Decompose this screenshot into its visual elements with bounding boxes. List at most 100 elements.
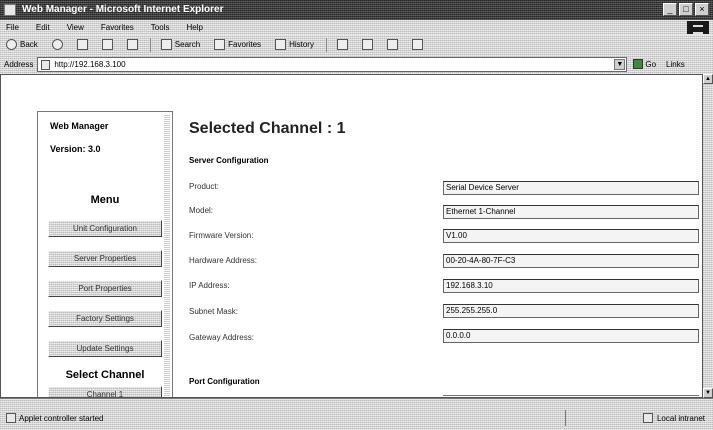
printer-icon: [361, 39, 373, 50]
go-label: Go: [645, 59, 657, 69]
gateway-address-label: Gateway Address:: [189, 333, 254, 342]
update-settings-button[interactable]: Update Settings: [48, 340, 162, 357]
go-button[interactable]: Go: [633, 59, 656, 69]
subnet-mask-value: 255.255.255.0: [443, 304, 699, 318]
window-title: Web Manager - Microsoft Internet Explore…: [22, 4, 224, 15]
star-icon: [214, 39, 226, 50]
subnet-mask-label: Subnet Mask:: [189, 307, 238, 316]
windows-logo-icon: [687, 21, 709, 34]
product-value: Serial Device Server: [443, 181, 699, 195]
search-label: Search: [174, 40, 201, 49]
address-value: http://192.168.3.100: [54, 59, 126, 69]
firmware-version-label: Firmware Version:: [189, 231, 254, 240]
history-icon: [275, 39, 287, 50]
factory-settings-button[interactable]: Factory Settings: [48, 310, 162, 327]
refresh-icon: [101, 39, 113, 50]
port-configuration-heading: Port Configuration: [189, 377, 260, 386]
scroll-up-icon[interactable]: ▲: [703, 74, 713, 84]
forward-arrow-icon: [51, 39, 63, 50]
window-controls: _ □ ×: [663, 3, 709, 16]
ip-address-label: IP Address:: [189, 281, 230, 290]
hardware-address-label: Hardware Address:: [189, 256, 258, 265]
menu-view[interactable]: View: [65, 23, 86, 32]
history-button[interactable]: History: [273, 38, 316, 51]
page-status-icon: [6, 413, 16, 423]
back-button[interactable]: Back: [4, 38, 40, 51]
model-label: Model:: [189, 206, 214, 215]
search-icon: [160, 39, 172, 50]
back-arrow-icon: [6, 39, 17, 50]
status-right: Local intranet: [642, 413, 705, 423]
mail-icon: [336, 39, 348, 50]
discuss-button[interactable]: [410, 38, 425, 51]
menu-tools[interactable]: Tools: [149, 23, 172, 32]
horizontal-scrollbar[interactable]: [0, 398, 713, 408]
status-message: Applet controller started: [19, 413, 104, 423]
model-value: Ethernet 1-Channel: [443, 205, 699, 219]
home-button[interactable]: [125, 38, 140, 51]
main-panel: Selected Channel : 1 Server Configuratio…: [189, 111, 701, 397]
app-name: Web Manager: [50, 121, 109, 131]
page-title: Selected Channel : 1: [189, 120, 346, 137]
favorites-button[interactable]: Favorites: [212, 38, 263, 51]
address-label: Address: [4, 59, 34, 69]
firmware-version-value: V1.00: [443, 229, 699, 243]
forward-button[interactable]: [50, 38, 65, 51]
menu-help[interactable]: Help: [184, 23, 204, 32]
ip-address-value: 192.168.3.10: [443, 279, 699, 293]
home-icon: [126, 39, 138, 50]
port-properties-button[interactable]: Port Properties: [48, 280, 162, 297]
server-configuration-heading: Server Configuration: [189, 156, 269, 165]
back-label: Back: [20, 40, 38, 49]
history-label: History: [289, 40, 314, 49]
close-button[interactable]: ×: [695, 3, 709, 16]
title-bar: Web Manager - Microsoft Internet Explore…: [0, 0, 713, 20]
maximize-button[interactable]: □: [679, 3, 693, 16]
page-icon: [41, 59, 51, 70]
menu-title: Menu: [90, 194, 120, 206]
status-divider: [565, 410, 566, 426]
sidebar-scrollbar[interactable]: [164, 114, 170, 396]
scroll-down-icon[interactable]: ▼: [703, 388, 713, 398]
edit-icon: [386, 39, 398, 50]
toolbar-separator: [325, 37, 327, 52]
sidebar: Web Manager Version: 3.0 Menu Unit Confi…: [37, 111, 173, 397]
divider: [443, 395, 699, 396]
unit-configuration-button[interactable]: Unit Configuration: [48, 220, 162, 237]
refresh-button[interactable]: [100, 38, 115, 51]
search-button[interactable]: Search: [159, 38, 202, 51]
menu-file[interactable]: File: [4, 23, 21, 32]
app-version: Version: 3.0: [50, 144, 101, 154]
ie-icon: [4, 4, 16, 16]
menu-favorites[interactable]: Favorites: [99, 23, 136, 32]
product-label: Product:: [189, 182, 219, 191]
zone-label: Local intranet: [656, 413, 705, 423]
edit-button[interactable]: [385, 38, 400, 51]
vertical-scrollbar[interactable]: ▲ ▼: [703, 74, 713, 398]
toolbar: Back Search Favorites History: [0, 35, 713, 54]
server-properties-button[interactable]: Server Properties: [48, 250, 162, 267]
address-input[interactable]: http://192.168.3.100 ▼: [37, 56, 628, 72]
hardware-address-value: 00-20-4A-80-7F-C3: [443, 254, 699, 268]
favorites-label: Favorites: [228, 40, 262, 49]
address-bar: Address http://192.168.3.100 ▼ Go Links: [0, 54, 713, 74]
status-left: Applet controller started: [6, 413, 104, 423]
channel-1-button[interactable]: Channel 1: [48, 386, 162, 397]
mail-button[interactable]: [335, 38, 350, 51]
links-button[interactable]: Links: [666, 60, 685, 69]
discuss-icon: [411, 39, 423, 50]
status-bar: Applet controller started Local intranet: [0, 398, 713, 430]
toolbar-separator: [149, 37, 151, 52]
menu-bar: File Edit View Favorites Tools Help: [0, 20, 713, 35]
chevron-down-icon[interactable]: ▼: [614, 58, 626, 70]
page-content: Web Manager Version: 3.0 Menu Unit Confi…: [0, 74, 703, 398]
stop-button[interactable]: [75, 38, 90, 51]
stop-icon: [76, 39, 88, 50]
gateway-address-value: 0.0.0.0: [443, 329, 699, 343]
print-button[interactable]: [360, 38, 375, 51]
select-channel-title: Select Channel: [65, 369, 145, 381]
intranet-zone-icon: [642, 413, 653, 423]
go-arrow-icon: [633, 59, 644, 69]
menu-edit[interactable]: Edit: [34, 23, 52, 32]
minimize-button[interactable]: _: [663, 3, 677, 16]
